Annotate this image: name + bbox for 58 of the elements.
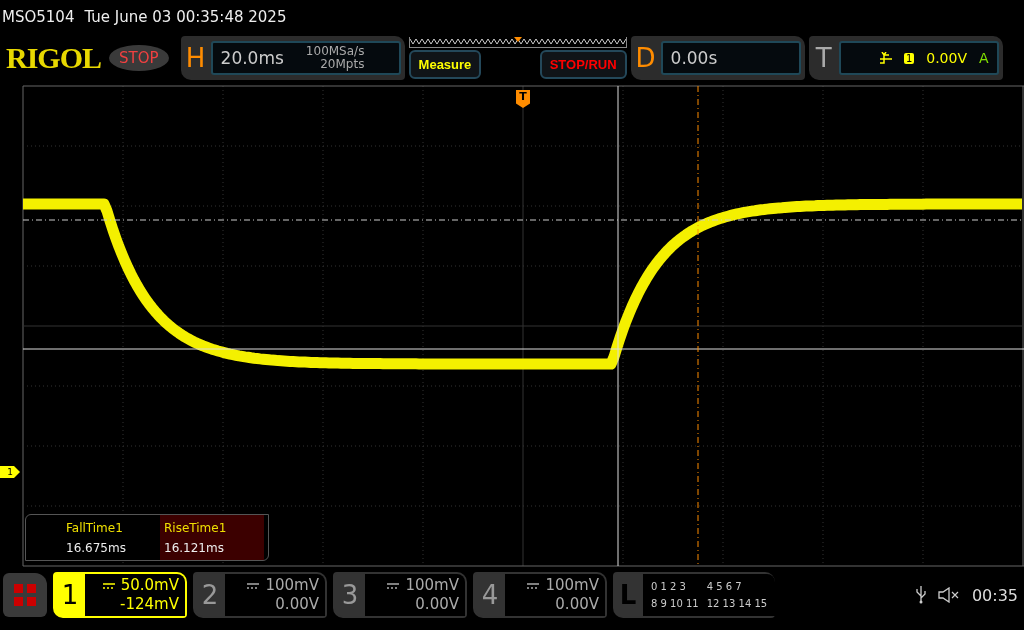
brand-logo: RIGOL [6, 41, 102, 75]
menu-button[interactable] [3, 573, 47, 617]
logic-channels: 12 13 14 15 [706, 597, 768, 611]
dc-coupling-icon [387, 582, 400, 589]
logic-channels: 4 5 6 7 [706, 580, 743, 594]
delay-panel[interactable]: D 0.00s [630, 36, 805, 80]
measurement-item[interactable]: RiseTime1 16.121ms [160, 515, 264, 560]
memory-waveform-icon [408, 37, 627, 48]
timebase-value: 20.0ms [220, 48, 284, 68]
clock-time: 00:35 [971, 585, 1018, 605]
channel-tab[interactable]: 4 100mV 0.00V [473, 572, 607, 618]
usb-icon [915, 586, 926, 604]
trigger-mode: A [979, 50, 989, 66]
trigger-marker[interactable]: T [516, 90, 530, 108]
dc-coupling-icon [102, 582, 115, 589]
measurement-value: 16.121ms [164, 540, 225, 557]
channel-offset: 0.00V [415, 595, 459, 614]
channel-offset: 0.00V [555, 595, 599, 614]
logic-channels: 8 9 10 11 [651, 597, 699, 611]
trigger-panel[interactable]: T 1 0.00V A [808, 36, 1003, 80]
measurement-label: RiseTime1 [164, 520, 228, 537]
measurement-item[interactable]: FallTime1 16.675ms [26, 515, 160, 560]
grid-icon [13, 583, 37, 607]
trigger-level: 0.00V [926, 50, 967, 66]
channel-offset: 0.00V [275, 595, 319, 614]
panel-label: D [634, 43, 657, 73]
channel-tab[interactable]: 2 100mV 0.00V [193, 572, 327, 618]
dc-coupling-icon [527, 582, 540, 589]
channel-scale: 100mV [545, 576, 599, 595]
channel-number: 1 [60, 579, 80, 612]
sample-rate: 100MSa/s [305, 45, 365, 58]
delay-value: 0.00s [670, 48, 718, 68]
channel-marker[interactable]: 1 [0, 466, 20, 478]
measurement-label: FallTime1 [66, 520, 124, 537]
channel-number: 3 [340, 579, 360, 612]
dc-coupling-icon [247, 582, 260, 589]
source-badge: 1 [903, 52, 915, 64]
measure-button[interactable]: Measure [408, 50, 482, 79]
channel-scale: 50.0mV [120, 576, 179, 595]
channel-offset: -124mV [120, 595, 179, 614]
panel-label: H [184, 43, 207, 73]
muted-speaker-icon[interactable] [937, 587, 960, 603]
channel-scale: 100mV [405, 576, 459, 595]
channel-number: 2 [200, 579, 220, 612]
channel-scale: 100mV [265, 576, 319, 595]
channel-number: 4 [480, 579, 500, 612]
memory-depth: 20Mpts [320, 58, 365, 71]
model-name: MSO5104 [2, 8, 75, 26]
stop-run-button[interactable]: STOP/RUN [539, 50, 627, 79]
channel-tab[interactable]: 1 50.0mV -124mV [53, 572, 187, 618]
horizontal-panel[interactable]: H 20.0ms 100MSa/s 20Mpts [180, 36, 405, 80]
measurement-value: 16.675ms [66, 540, 127, 557]
channel-tab[interactable]: 3 100mV 0.00V [333, 572, 467, 618]
panel-label: T [814, 43, 833, 73]
logic-channels: 0 1 2 3 [651, 580, 687, 594]
run-state-badge: STOP [109, 45, 169, 71]
date-time: Tue June 03 00:35:48 2025 [84, 8, 287, 26]
rising-edge-icon [879, 52, 892, 64]
